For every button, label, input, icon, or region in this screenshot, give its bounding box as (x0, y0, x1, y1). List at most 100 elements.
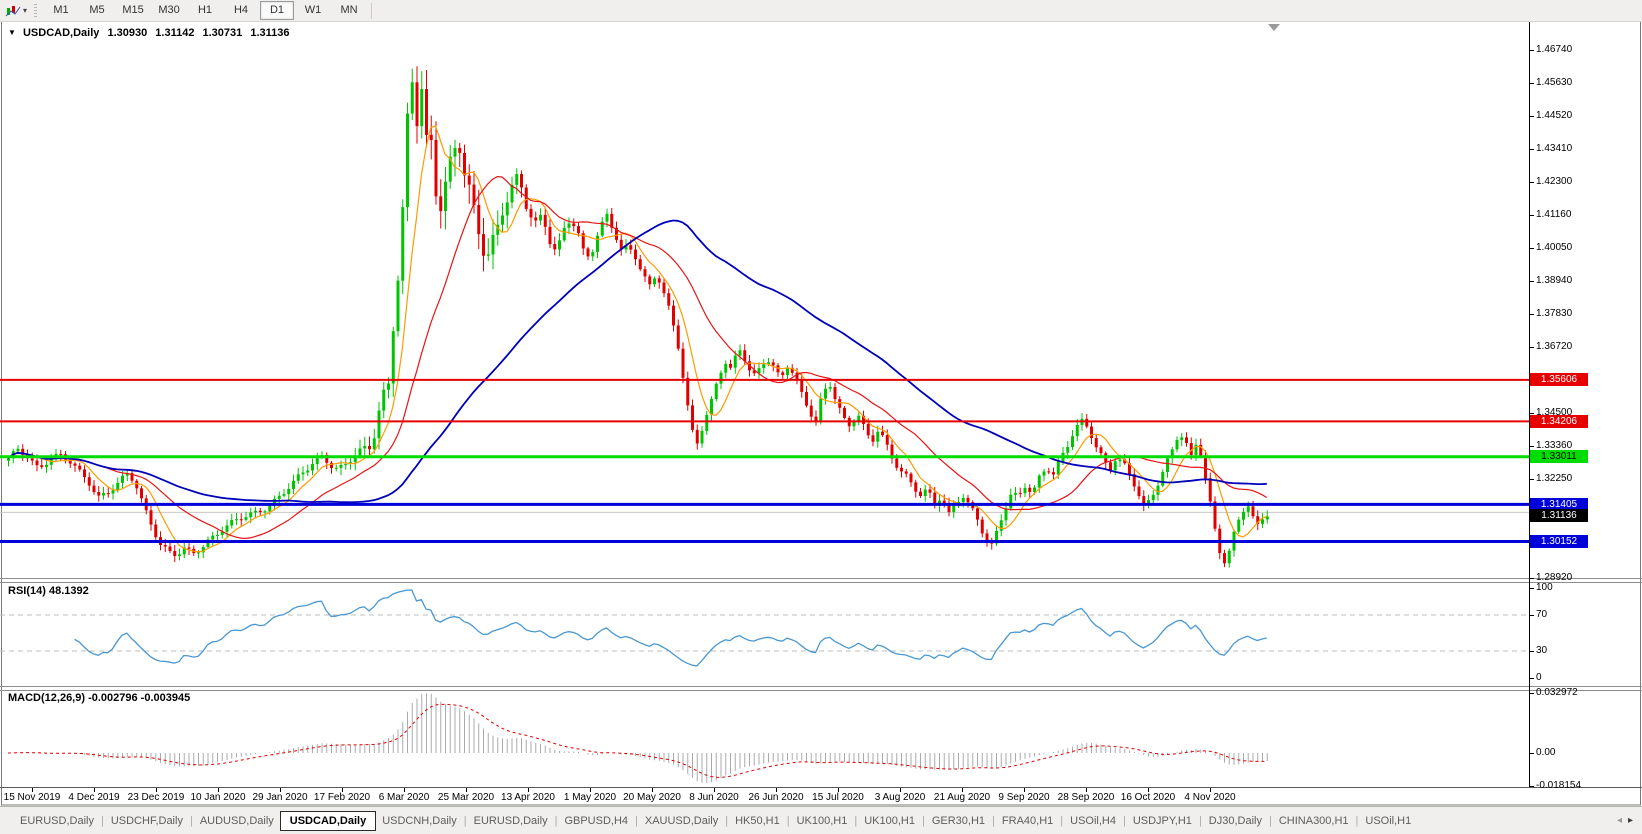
chart-tabs: EURUSD,Daily | USDCHF,Daily | AUDUSD,Daily US… (0, 810, 1417, 831)
timeframe-button-h4[interactable]: H4 (224, 1, 258, 20)
price-axis-label: 1.36720 (1536, 340, 1573, 352)
date-axis-label: 3 Aug 2020 (874, 792, 926, 803)
price-axis-label: 1.46740 (1536, 44, 1573, 55)
ohlc-high: 1.31142 (155, 27, 195, 39)
date-axis-label: 1 May 2020 (563, 792, 617, 803)
chart-tab-usdcad-daily[interactable]: USDCAD,Daily (279, 810, 377, 831)
chart-tab-usdcnh-daily[interactable]: USDCNH,Daily (376, 812, 463, 830)
price-level-badge-1.33011: 1.33011 (1530, 450, 1588, 464)
rsi-axis-label: 70 (1536, 609, 1548, 620)
timeframe-button-m1[interactable]: M1 (44, 1, 78, 20)
rsi-line (74, 589, 1267, 667)
date-axis-label: 15 Nov 2019 (3, 792, 61, 803)
toolbar-separator (371, 2, 373, 19)
macd-panel (7, 693, 1268, 784)
price-level-badge-1.31136: 1.31136 (1530, 508, 1588, 522)
price-axis-label: 1.32250 (1536, 473, 1573, 485)
date-axis-label: 4 Dec 2019 (68, 792, 120, 803)
chart-mode-dropdown-icon[interactable]: ▾ (23, 6, 27, 15)
chart-tab-fra40-h1[interactable]: FRA40,H1 (996, 812, 1059, 830)
date-axis-label: 10 Jan 2020 (190, 792, 246, 803)
chart-tab-eurusd-daily[interactable]: EURUSD,Daily (14, 812, 100, 830)
tab-scroll-right-icon[interactable]: ▸ (1625, 815, 1636, 826)
date-axis-label: 20 May 2020 (623, 792, 681, 803)
macd-signal-line (7, 703, 1267, 778)
date-axis-label: 28 Sep 2020 (1057, 792, 1115, 803)
ohlc-low: 1.30731 (202, 27, 243, 39)
chart-tab-gbpusd-h4[interactable]: GBPUSD,H4 (558, 812, 634, 830)
date-axis-label: 17 Feb 2020 (313, 792, 371, 803)
timeframe-button-w1[interactable]: W1 (296, 1, 330, 20)
date-axis-label: 23 Dec 2019 (127, 792, 185, 803)
rsi-axis-label: 100 (1536, 582, 1553, 593)
price-axis-label: 1.43410 (1536, 142, 1573, 154)
tab-scroll-controls: ◂ ▸ (1614, 815, 1642, 826)
rsi-axis-label: 0 (1536, 672, 1542, 683)
chart-tab-usdchf-daily[interactable]: USDCHF,Daily (105, 812, 189, 830)
date-axis-label: 26 Jun 2020 (748, 792, 804, 803)
chart-tab-usoil-h1[interactable]: USOil,H1 (1359, 812, 1417, 830)
chart-tab-uk100-h1[interactable]: UK100,H1 (791, 812, 854, 830)
timeframe-button-h1[interactable]: H1 (188, 1, 222, 20)
price-axis-label: 1.41160 (1536, 209, 1572, 221)
price-axis-label: 1.44520 (1536, 109, 1573, 121)
rsi-indicator-label: RSI(14) 48.1392 (8, 585, 89, 597)
chart-tab-xauusd-daily[interactable]: XAUUSD,Daily (639, 812, 724, 830)
price-axis-label: 1.45630 (1536, 76, 1573, 88)
ma-fast-line (7, 125, 1268, 553)
macd-axis-label: 0.00 (1536, 747, 1556, 758)
chart-tab-china300-h1[interactable]: CHINA300,H1 (1273, 812, 1355, 830)
price-axis-label: 1.37830 (1536, 308, 1573, 319)
timeframe-button-m30[interactable]: M30 (152, 1, 186, 20)
chart-tab-ger30-h1[interactable]: GER30,H1 (926, 812, 991, 830)
date-axis-label: 13 Apr 2020 (501, 792, 555, 803)
timeframe-toolbar: ▾ M1 M5 M15 M30 H1 H4 D1 W1 MN (0, 0, 1642, 22)
macd-indicator-label: MACD(12,26,9) -0.002796 -0.003945 (8, 692, 191, 704)
chart-title-collapse-icon[interactable]: ▼ (8, 28, 16, 37)
chart-tab-dj30-daily[interactable]: DJ30,Daily (1203, 812, 1268, 830)
date-axis-label: 8 Jun 2020 (689, 792, 739, 803)
date-axis-label: 9 Sep 2020 (998, 792, 1050, 803)
date-axis-label: 25 Mar 2020 (437, 792, 495, 803)
macd-axis-label: 0.032972 (1536, 687, 1578, 699)
timeframe-button-m15[interactable]: M15 (116, 1, 150, 20)
date-axis-label: 4 Nov 2020 (1184, 792, 1236, 803)
chart-tab-usoil-h4[interactable]: USOil,H4 (1064, 812, 1122, 830)
ma-slow-line (7, 219, 1267, 504)
rsi-panel (0, 589, 1529, 667)
chart-shift-marker-icon[interactable] (1268, 24, 1280, 31)
chart-tab-bar: EURUSD,Daily | USDCHF,Daily | AUDUSD,Daily US… (0, 806, 1642, 834)
rsi-axis-label: 30 (1536, 645, 1548, 656)
chart-tab-audusd-daily[interactable]: AUDUSD,Daily (194, 812, 280, 830)
chart-tab-hk50-h1[interactable]: HK50,H1 (729, 812, 786, 830)
ma-medium-line (7, 175, 1268, 540)
price-axis-label: 1.42300 (1536, 175, 1573, 187)
price-level-badge-1.30152: 1.30152 (1530, 534, 1588, 548)
price-axis-label: 1.38940 (1536, 275, 1573, 287)
chart-mode-icon[interactable] (3, 3, 23, 19)
price-level-badge-1.35606: 1.35606 (1530, 373, 1588, 387)
timeframe-buttons: M1 M5 M15 M30 H1 H4 D1 W1 MN (43, 1, 367, 20)
date-axis-label: 15 Jul 2020 (812, 792, 864, 803)
chart-canvas[interactable] (0, 0, 1642, 833)
timeframe-button-mn[interactable]: MN (332, 1, 366, 20)
chart-tab-eurusd-daily[interactable]: EURUSD,Daily (468, 812, 554, 830)
toolbar-grip[interactable] (34, 3, 38, 18)
price-level-badge-1.34206: 1.34206 (1530, 414, 1588, 428)
date-axis-label: 6 Mar 2020 (378, 792, 430, 803)
ohlc-close: 1.31136 (250, 27, 290, 39)
horizontal-level-lines (0, 378, 1529, 543)
date-axis-label: 29 Jan 2020 (252, 792, 308, 803)
tab-scroll-left-icon[interactable]: ◂ (1614, 815, 1625, 826)
ohlc-open: 1.30930 (107, 27, 148, 39)
macd-axis-label: -0.018154 (1536, 780, 1582, 791)
date-axis-label: 21 Aug 2020 (933, 792, 991, 803)
chart-symbol-period: USDCAD,Daily (22, 27, 100, 39)
chart-tab-uk100-h1[interactable]: UK100,H1 (858, 812, 921, 830)
timeframe-button-m5[interactable]: M5 (80, 1, 114, 20)
date-axis-label: 16 Oct 2020 (1120, 792, 1176, 803)
chart-title: ▼ USDCAD,Daily 1.30930 1.31142 1.30731 1… (8, 27, 294, 39)
timeframe-button-d1[interactable]: D1 (260, 1, 295, 20)
price-axis-label: 1.40050 (1536, 242, 1573, 254)
chart-tab-usdjpy-h1[interactable]: USDJPY,H1 (1127, 812, 1198, 830)
